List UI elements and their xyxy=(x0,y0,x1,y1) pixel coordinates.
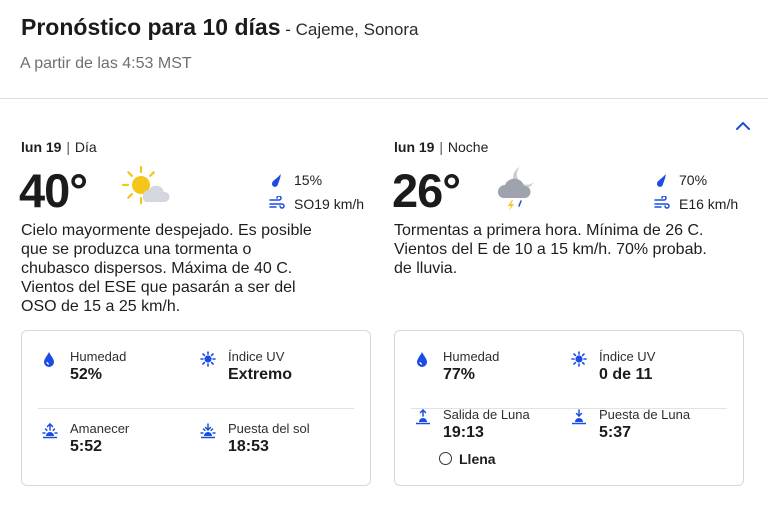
day-period-heading: lun 19 | Día xyxy=(21,139,97,155)
day-sunrise-label: Amanecer xyxy=(70,421,130,436)
wind-icon xyxy=(269,196,285,209)
day-humidity-value: 52% xyxy=(70,366,103,383)
night-date: lun 19 xyxy=(394,139,435,155)
location-name: Cajeme, Sonora xyxy=(295,20,419,39)
night-precip-value: 70% xyxy=(679,172,708,188)
night-moonset-label: Puesta de Luna xyxy=(599,407,691,422)
uv-sun-icon xyxy=(571,351,587,367)
day-uv-value: Extremo xyxy=(228,366,293,383)
moonset-icon xyxy=(572,409,586,425)
day-date: lun 19 xyxy=(21,139,62,155)
day-sunset-label: Puesta del sol xyxy=(228,421,310,436)
night-temperature: 26° xyxy=(392,164,461,217)
sunset-icon xyxy=(200,423,216,439)
night-wind-value: E16 km/h xyxy=(679,196,739,212)
sunrise-icon xyxy=(42,423,58,439)
humidity-drop-icon xyxy=(417,352,427,367)
day-period-label: Día xyxy=(74,139,97,155)
night-details-card: Humedad 77% Índice UV 0 de 11 Salida de … xyxy=(394,330,744,486)
raindrop-icon xyxy=(272,174,281,187)
day-forecast-panel: lun 19 | Día 40° 15% SO19 km/h Cielo may… xyxy=(19,139,364,315)
day-precip-value: 15% xyxy=(294,172,323,188)
day-sunrise-value: 5:52 xyxy=(70,438,103,455)
uv-sun-icon xyxy=(200,351,216,367)
day-card-divider xyxy=(38,408,354,409)
forecast-header: Pronóstico para 10 días - Cajeme, Sonora… xyxy=(0,0,768,99)
night-forecast-panel: lun 19 | Noche 26° 70% E16 km/h Tormenta… xyxy=(392,139,738,277)
day-description: Cielo mayormente despejado. Es posible q… xyxy=(21,222,312,315)
night-moonrise-value: 19:13 xyxy=(443,424,484,441)
night-humidity-value: 77% xyxy=(443,366,476,383)
page-title: Pronóstico para 10 días xyxy=(21,14,281,40)
day-sunset-value: 18:53 xyxy=(228,438,269,455)
night-moonrise-label: Salida de Luna xyxy=(443,407,530,422)
wind-icon xyxy=(654,196,670,209)
day-uv-label: Índice UV xyxy=(228,349,285,364)
night-description: Tormentas a primera hora. Mínima de 26 C… xyxy=(394,222,707,277)
moon-phase-label: Llena xyxy=(459,451,496,467)
night-thunderstorm-icon xyxy=(492,163,542,213)
day-wind-value: SO19 km/h xyxy=(294,196,365,212)
mostly-sunny-icon xyxy=(121,163,171,213)
collapse-chevron-icon[interactable] xyxy=(733,119,753,133)
full-moon-icon xyxy=(439,452,452,465)
day-temperature: 40° xyxy=(19,164,88,217)
night-period-label: Noche xyxy=(447,139,489,155)
moonrise-icon xyxy=(416,409,430,425)
night-uv-label: Índice UV xyxy=(599,349,656,364)
humidity-drop-icon xyxy=(44,352,54,367)
night-humidity-label: Humedad xyxy=(443,349,500,364)
night-moonset-value: 5:37 xyxy=(599,424,632,441)
day-details-card: Humedad 52% Índice UV Extremo Amanecer 5… xyxy=(21,330,371,486)
day-humidity-label: Humedad xyxy=(70,349,127,364)
title-separator: - xyxy=(280,20,296,39)
title-row: Pronóstico para 10 días - Cajeme, Sonora xyxy=(21,14,418,41)
night-uv-value: 0 de 11 xyxy=(599,366,653,383)
night-period-heading: lun 19 | Noche xyxy=(394,139,489,155)
raindrop-icon xyxy=(657,174,666,187)
as-of-time: A partir de las 4:53 MST xyxy=(20,55,192,72)
